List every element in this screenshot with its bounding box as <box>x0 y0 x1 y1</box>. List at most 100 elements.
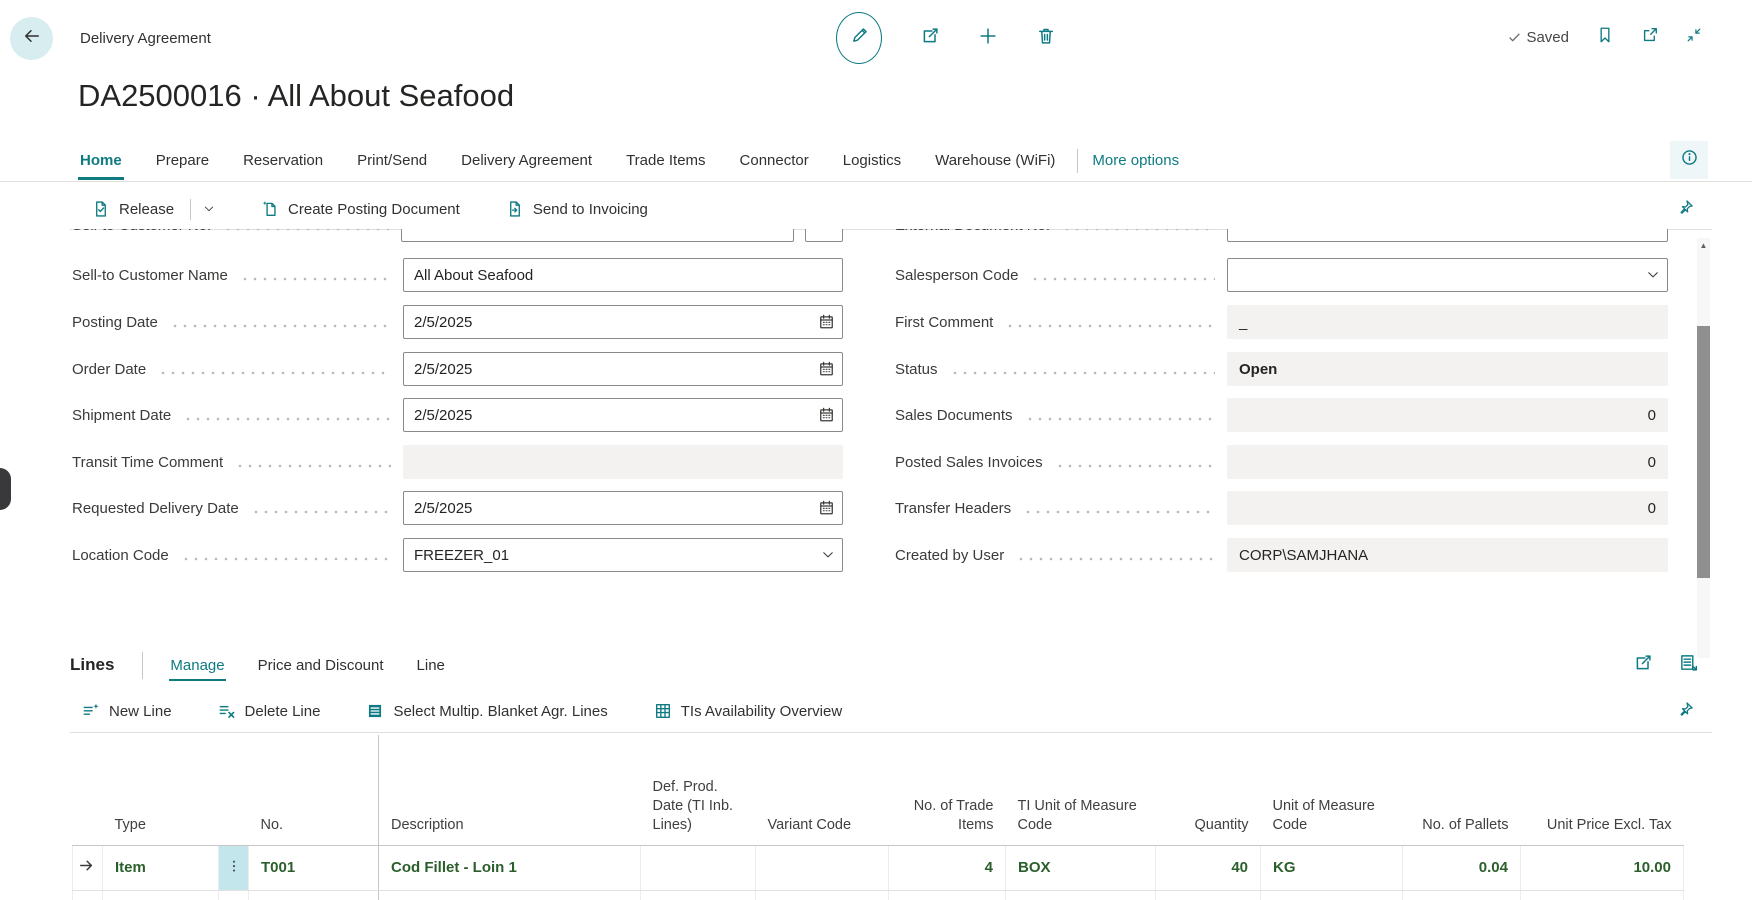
sell-to-customer-no-assist-button[interactable] <box>805 229 843 242</box>
release-button[interactable]: Release <box>92 199 215 220</box>
table-row[interactable]: Item T001Cod Fillet - Loin 1 4BOX40KG0.041… <box>73 845 1684 890</box>
edit-button[interactable] <box>836 12 882 64</box>
column-header-quantity[interactable]: Quantity <box>1156 735 1261 845</box>
requested-delivery-date-input[interactable]: 2/5/2025 <box>403 491 843 525</box>
calendar-icon[interactable] <box>818 407 835 424</box>
chevron-down-icon[interactable] <box>1646 268 1660 282</box>
open-in-excel-button[interactable] <box>1679 653 1698 678</box>
location-code-input-value: FREEZER_01 <box>414 547 509 564</box>
plus-icon <box>978 26 998 51</box>
lines-tab-manage[interactable]: Manage <box>169 649 225 682</box>
cell-type[interactable]: Item <box>103 845 219 890</box>
cell-unit_price[interactable]: 10.00 <box>1521 845 1684 890</box>
action-bar: Release Create Posting Document Send to In… <box>70 189 1712 230</box>
lines-select-multip-blanket-agr-lines-button[interactable]: Select Multip. Blanket Agr. Lines <box>366 702 607 720</box>
vertical-scrollbar[interactable]: ▲ <box>1697 238 1710 658</box>
cell-empty <box>219 890 249 900</box>
column-header-no[interactable]: No. <box>249 735 379 845</box>
chevron-down-icon[interactable] <box>821 548 835 562</box>
tab-prepare[interactable]: Prepare <box>154 142 211 179</box>
cell-quantity[interactable]: 40 <box>1156 845 1261 890</box>
breadcrumb[interactable]: Delivery Agreement <box>80 30 211 47</box>
dot-leader <box>1016 557 1215 561</box>
pin-actions-button[interactable] <box>1677 199 1694 220</box>
column-header-pallets[interactable]: No. of Pallets <box>1403 735 1521 845</box>
chevron-down-icon[interactable] <box>203 203 215 215</box>
status-value: Open <box>1227 352 1668 386</box>
cell-description[interactable]: Cod Fillet - Loin 1 <box>379 845 641 890</box>
salesperson-code-row: Salesperson Code <box>895 258 1668 292</box>
column-header-ti_uom[interactable]: TI Unit of Measure Code <box>1006 735 1156 845</box>
tab-trade-items[interactable]: Trade Items <box>624 142 707 179</box>
location-code-row: Location CodeFREEZER_01 <box>72 538 843 572</box>
pin-lines-toolbar-button[interactable] <box>1677 701 1694 722</box>
location-code-input[interactable]: FREEZER_01 <box>403 538 843 572</box>
cell-def_prod_date[interactable] <box>641 845 756 890</box>
dot-leader <box>223 229 389 231</box>
column-header-unit_price[interactable]: Unit Price Excl. Tax <box>1521 735 1684 845</box>
cell-no[interactable]: T001 <box>249 845 379 890</box>
external-document-no-input[interactable] <box>1227 229 1668 242</box>
scrollbar-up-arrow[interactable]: ▲ <box>1697 241 1710 250</box>
column-header-trade_items[interactable]: No. of Trade Items <box>889 735 1006 845</box>
cell-ti_uom[interactable]: BOX <box>1006 845 1156 890</box>
scrollbar-thumb[interactable] <box>1697 326 1710 578</box>
cell-pallets[interactable]: 0.04 <box>1403 845 1521 890</box>
tab-reservation[interactable]: Reservation <box>241 142 325 179</box>
column-header-def_prod_date[interactable]: Def. Prod. Date (TI Inb. Lines) <box>641 735 756 845</box>
row-selector-cell <box>73 845 103 890</box>
column-header-variant[interactable]: Variant Code <box>756 735 889 845</box>
delete-button[interactable] <box>1036 26 1056 51</box>
open-in-new-button[interactable] <box>1641 26 1659 49</box>
lines-tab-line[interactable]: Line <box>416 649 446 682</box>
open-in-excel-icon <box>1679 653 1698 677</box>
tab-print-send[interactable]: Print/Send <box>355 142 429 179</box>
calendar-icon[interactable] <box>818 361 835 378</box>
row-menu-cell[interactable] <box>219 845 249 890</box>
ribbon-tabs: Home Prepare Reservation Print/Send Delivery… <box>78 142 1057 179</box>
cell-uom[interactable]: KG <box>1261 845 1403 890</box>
external-document-no-label: External Document No. <box>895 229 1227 234</box>
cell-variant[interactable] <box>756 845 889 890</box>
tab-warehouse-wifi[interactable]: Warehouse (WiFi) <box>933 142 1057 179</box>
order-date-input[interactable]: 2/5/2025 <box>403 352 843 386</box>
side-panel-handle[interactable] <box>0 468 11 510</box>
cell-trade_items[interactable]: 4 <box>889 845 1006 890</box>
back-button[interactable] <box>10 17 53 60</box>
salesperson-code-input[interactable] <box>1227 258 1668 292</box>
tab-delivery-agreement[interactable]: Delivery Agreement <box>459 142 594 179</box>
check-icon <box>1508 31 1521 44</box>
lines-tis-availability-overview-button[interactable]: TIs Availability Overview <box>654 702 842 720</box>
shipment-date-input[interactable]: 2/5/2025 <box>403 398 843 432</box>
share-button[interactable] <box>920 26 940 51</box>
calendar-icon[interactable] <box>818 500 835 517</box>
tab-connector[interactable]: Connector <box>738 142 811 179</box>
bookmark-button[interactable] <box>1596 26 1614 49</box>
sell-to-customer-no-input[interactable] <box>401 229 794 242</box>
new-button[interactable] <box>978 26 998 51</box>
help-button[interactable] <box>1670 141 1708 179</box>
create-posting-document-button[interactable]: Create Posting Document <box>261 200 460 218</box>
column-header-description[interactable]: Description <box>379 735 641 845</box>
send-to-invoicing-button[interactable]: Send to Invoicing <box>506 200 648 218</box>
lines-tab-price-and-discount[interactable]: Price and Discount <box>257 649 385 682</box>
order-date-row: Order Date2/5/2025 <box>72 352 843 386</box>
tab-home[interactable]: Home <box>78 142 124 179</box>
collapse-button[interactable] <box>1686 27 1702 48</box>
lines-toolbar: New Line Delete Line Select Multip. Blanke… <box>70 690 1712 733</box>
dot-leader <box>158 371 391 375</box>
dot-leader <box>1062 229 1215 231</box>
external-document-no-label-text: External Document No. <box>895 229 1050 234</box>
more-options-button[interactable]: More options <box>1092 152 1179 169</box>
posted-sales-invoices-label-text: Posted Sales Invoices <box>895 454 1043 471</box>
column-header-uom[interactable]: Unit of Measure Code <box>1261 735 1403 845</box>
created-by-user-value: CORP\SAMJHANA <box>1227 538 1668 572</box>
calendar-icon[interactable] <box>818 314 835 331</box>
sell-to-customer-name-input[interactable]: All About Seafood <box>403 258 843 292</box>
lines-delete-line-button[interactable]: Delete Line <box>218 702 321 720</box>
tab-logistics[interactable]: Logistics <box>841 142 903 179</box>
lines-new-line-button[interactable]: New Line <box>82 702 172 720</box>
lines-share-button[interactable] <box>1633 653 1653 678</box>
column-header-type[interactable]: Type <box>103 735 219 845</box>
posting-date-input[interactable]: 2/5/2025 <box>403 305 843 339</box>
